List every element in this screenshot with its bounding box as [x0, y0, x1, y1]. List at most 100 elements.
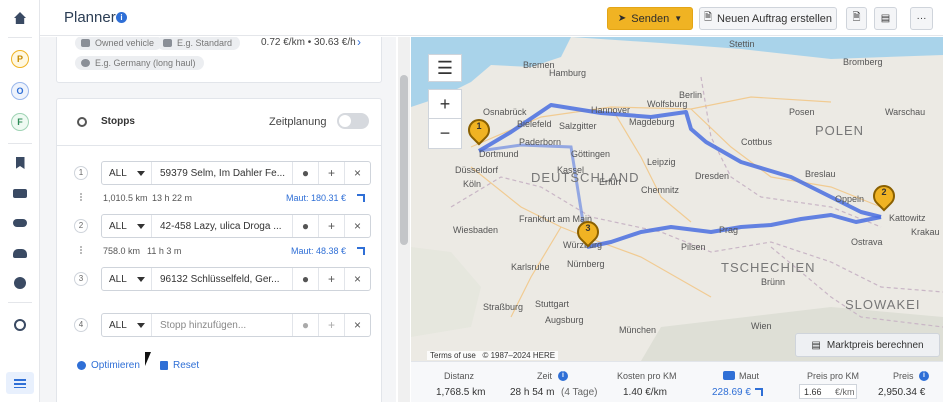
expand-icon[interactable] [357, 247, 365, 255]
chart-icon[interactable]: ▤ [874, 7, 897, 30]
map-label-city: Hannover [591, 105, 631, 115]
map-label-city: Chemnitz [641, 185, 680, 195]
country-select[interactable]: ALL [102, 314, 152, 336]
map-label-city: Breslau [805, 169, 836, 179]
chart-icon: ▤ [811, 339, 821, 351]
map-label-city: Straßburg [483, 302, 524, 312]
handshake-icon[interactable] [6, 212, 34, 234]
add-icon[interactable]: + [318, 268, 344, 290]
stop-number: 1 [74, 166, 88, 180]
map-label-city: Wiesbaden [453, 225, 499, 235]
chevron-right-icon[interactable]: › [357, 37, 361, 49]
map-attribution: Terms of use © 1987–2024 HERE [427, 351, 559, 360]
map-label-city: Bromberg [843, 57, 883, 67]
map-label-country: SLOWAKEI [845, 297, 921, 312]
close-icon[interactable]: × [344, 314, 370, 336]
stop-row-3: ALL 96132 Schlüsselfeld, Ger... ● + × [101, 267, 371, 291]
gear-icon[interactable] [6, 272, 34, 294]
cursor-icon [145, 352, 151, 366]
planner-app: P O F Planner i ➤ Senden ▼ 🗎 Neuen Auftr… [0, 0, 943, 402]
badge-o[interactable]: O [6, 80, 34, 102]
stop-address-input[interactable]: 59379 Selm, Im Dahler Fe... [152, 162, 292, 184]
leg-time: 11 h 3 m [147, 246, 182, 256]
close-icon[interactable]: × [344, 215, 370, 237]
truck-icon [81, 39, 90, 47]
location-pin-icon[interactable]: ● [292, 314, 318, 336]
info-icon[interactable]: i [558, 371, 568, 381]
schedule-toggle[interactable] [337, 113, 369, 129]
support-icon[interactable] [6, 314, 34, 336]
leg-maut[interactable]: Maut: 180.31 € [286, 193, 346, 203]
layers-icon[interactable]: ☰ [428, 54, 462, 82]
map-label-city: Bremen [523, 60, 555, 70]
region-chip[interactable]: E.g. Germany (long haul) [75, 56, 204, 70]
add-icon[interactable]: + [318, 162, 344, 184]
info-icon[interactable]: i [116, 12, 127, 23]
zoom-in-button[interactable]: + [428, 89, 462, 119]
rail-divider [8, 37, 32, 38]
close-icon[interactable]: × [344, 268, 370, 290]
route-map[interactable]: ☰ + − DEUTSCHLAND POLEN TSCHECHIEN SLOWA… [411, 37, 943, 361]
expand-icon[interactable] [357, 194, 365, 202]
add-icon[interactable]: + [318, 314, 344, 336]
badge-p[interactable]: P [6, 48, 34, 70]
map-label-city: Augsburg [545, 315, 584, 325]
map-label-city: Dresden [695, 171, 730, 181]
add-stop-input[interactable]: Stopp hinzufügen... [152, 314, 292, 336]
marker-label: 2 [881, 187, 887, 197]
stop-address-input[interactable]: 96132 Schlüsselfeld, Ger... [152, 268, 292, 290]
new-order-button[interactable]: 🗎 Neuen Auftrag erstellen [699, 7, 837, 30]
country-select[interactable]: ALL [102, 162, 152, 184]
market-price-button[interactable]: ▤ Marktpreis berechnen [795, 333, 940, 357]
page-title: Planner [64, 9, 116, 26]
stat-label: Zeit [537, 371, 553, 381]
stop-address-input[interactable]: 42-458 Lazy, ulica Droga ... [152, 215, 292, 237]
country-select[interactable]: ALL [102, 215, 152, 237]
map-label-city: Osnabrück [483, 107, 527, 117]
location-pin-icon[interactable]: ● [292, 268, 318, 290]
stop-number: 3 [74, 272, 88, 286]
map-label-city: Krakau [911, 227, 940, 237]
maut-value[interactable]: 228.69 € [712, 387, 751, 398]
leg-maut[interactable]: Maut: 48.38 € [291, 246, 346, 256]
country-select[interactable]: ALL [102, 268, 152, 290]
leg-time: 13 h 22 m [152, 193, 193, 203]
home-icon[interactable] [6, 7, 34, 29]
scroll-thumb[interactable] [400, 75, 408, 245]
add-icon[interactable]: + [318, 215, 344, 237]
rail-divider [8, 143, 32, 144]
stat-label: Preis [893, 371, 914, 381]
optimize-link[interactable]: Optimieren [91, 360, 140, 371]
map-label-city: Kattowitz [889, 213, 926, 223]
map-label-country: POLEN [815, 123, 865, 138]
users-icon[interactable] [6, 242, 34, 264]
terms-link[interactable]: Terms of use [430, 351, 476, 360]
price-km-unit: €/km [835, 387, 855, 397]
copyright: © 1987–2024 HERE [482, 351, 556, 360]
reset-link[interactable]: Reset [173, 360, 199, 371]
truck-icon[interactable] [6, 182, 34, 204]
bookmark-icon[interactable] [6, 152, 34, 174]
owned-vehicle-chip[interactable]: Owned vehicle [75, 37, 163, 50]
connector [80, 246, 82, 254]
close-icon[interactable]: × [344, 162, 370, 184]
leg-distance: 758.0 km [103, 246, 141, 256]
schedule-label: Zeitplanung [269, 116, 327, 128]
panel-scrollbar[interactable] [398, 37, 410, 402]
badge-f[interactable]: F [6, 111, 34, 133]
expand-icon[interactable] [755, 388, 763, 396]
map-label-city: Pilsen [681, 242, 706, 252]
optimize-icon [77, 361, 86, 370]
pdf-icon[interactable]: 🗎 [846, 7, 867, 30]
send-button[interactable]: ➤ Senden ▼ [607, 7, 693, 30]
list-icon[interactable] [6, 372, 34, 394]
zoom-out-button[interactable]: − [428, 119, 462, 149]
map-label-city: Düsseldorf [455, 165, 499, 175]
standard-chip[interactable]: E.g. Standard [157, 37, 241, 50]
more-icon[interactable]: ··· [910, 7, 933, 30]
route-icon [77, 117, 87, 127]
info-icon[interactable]: i [919, 371, 929, 381]
location-pin-icon[interactable]: ● [292, 162, 318, 184]
location-pin-icon[interactable]: ● [292, 215, 318, 237]
map-label-city: Hamburg [549, 68, 587, 78]
